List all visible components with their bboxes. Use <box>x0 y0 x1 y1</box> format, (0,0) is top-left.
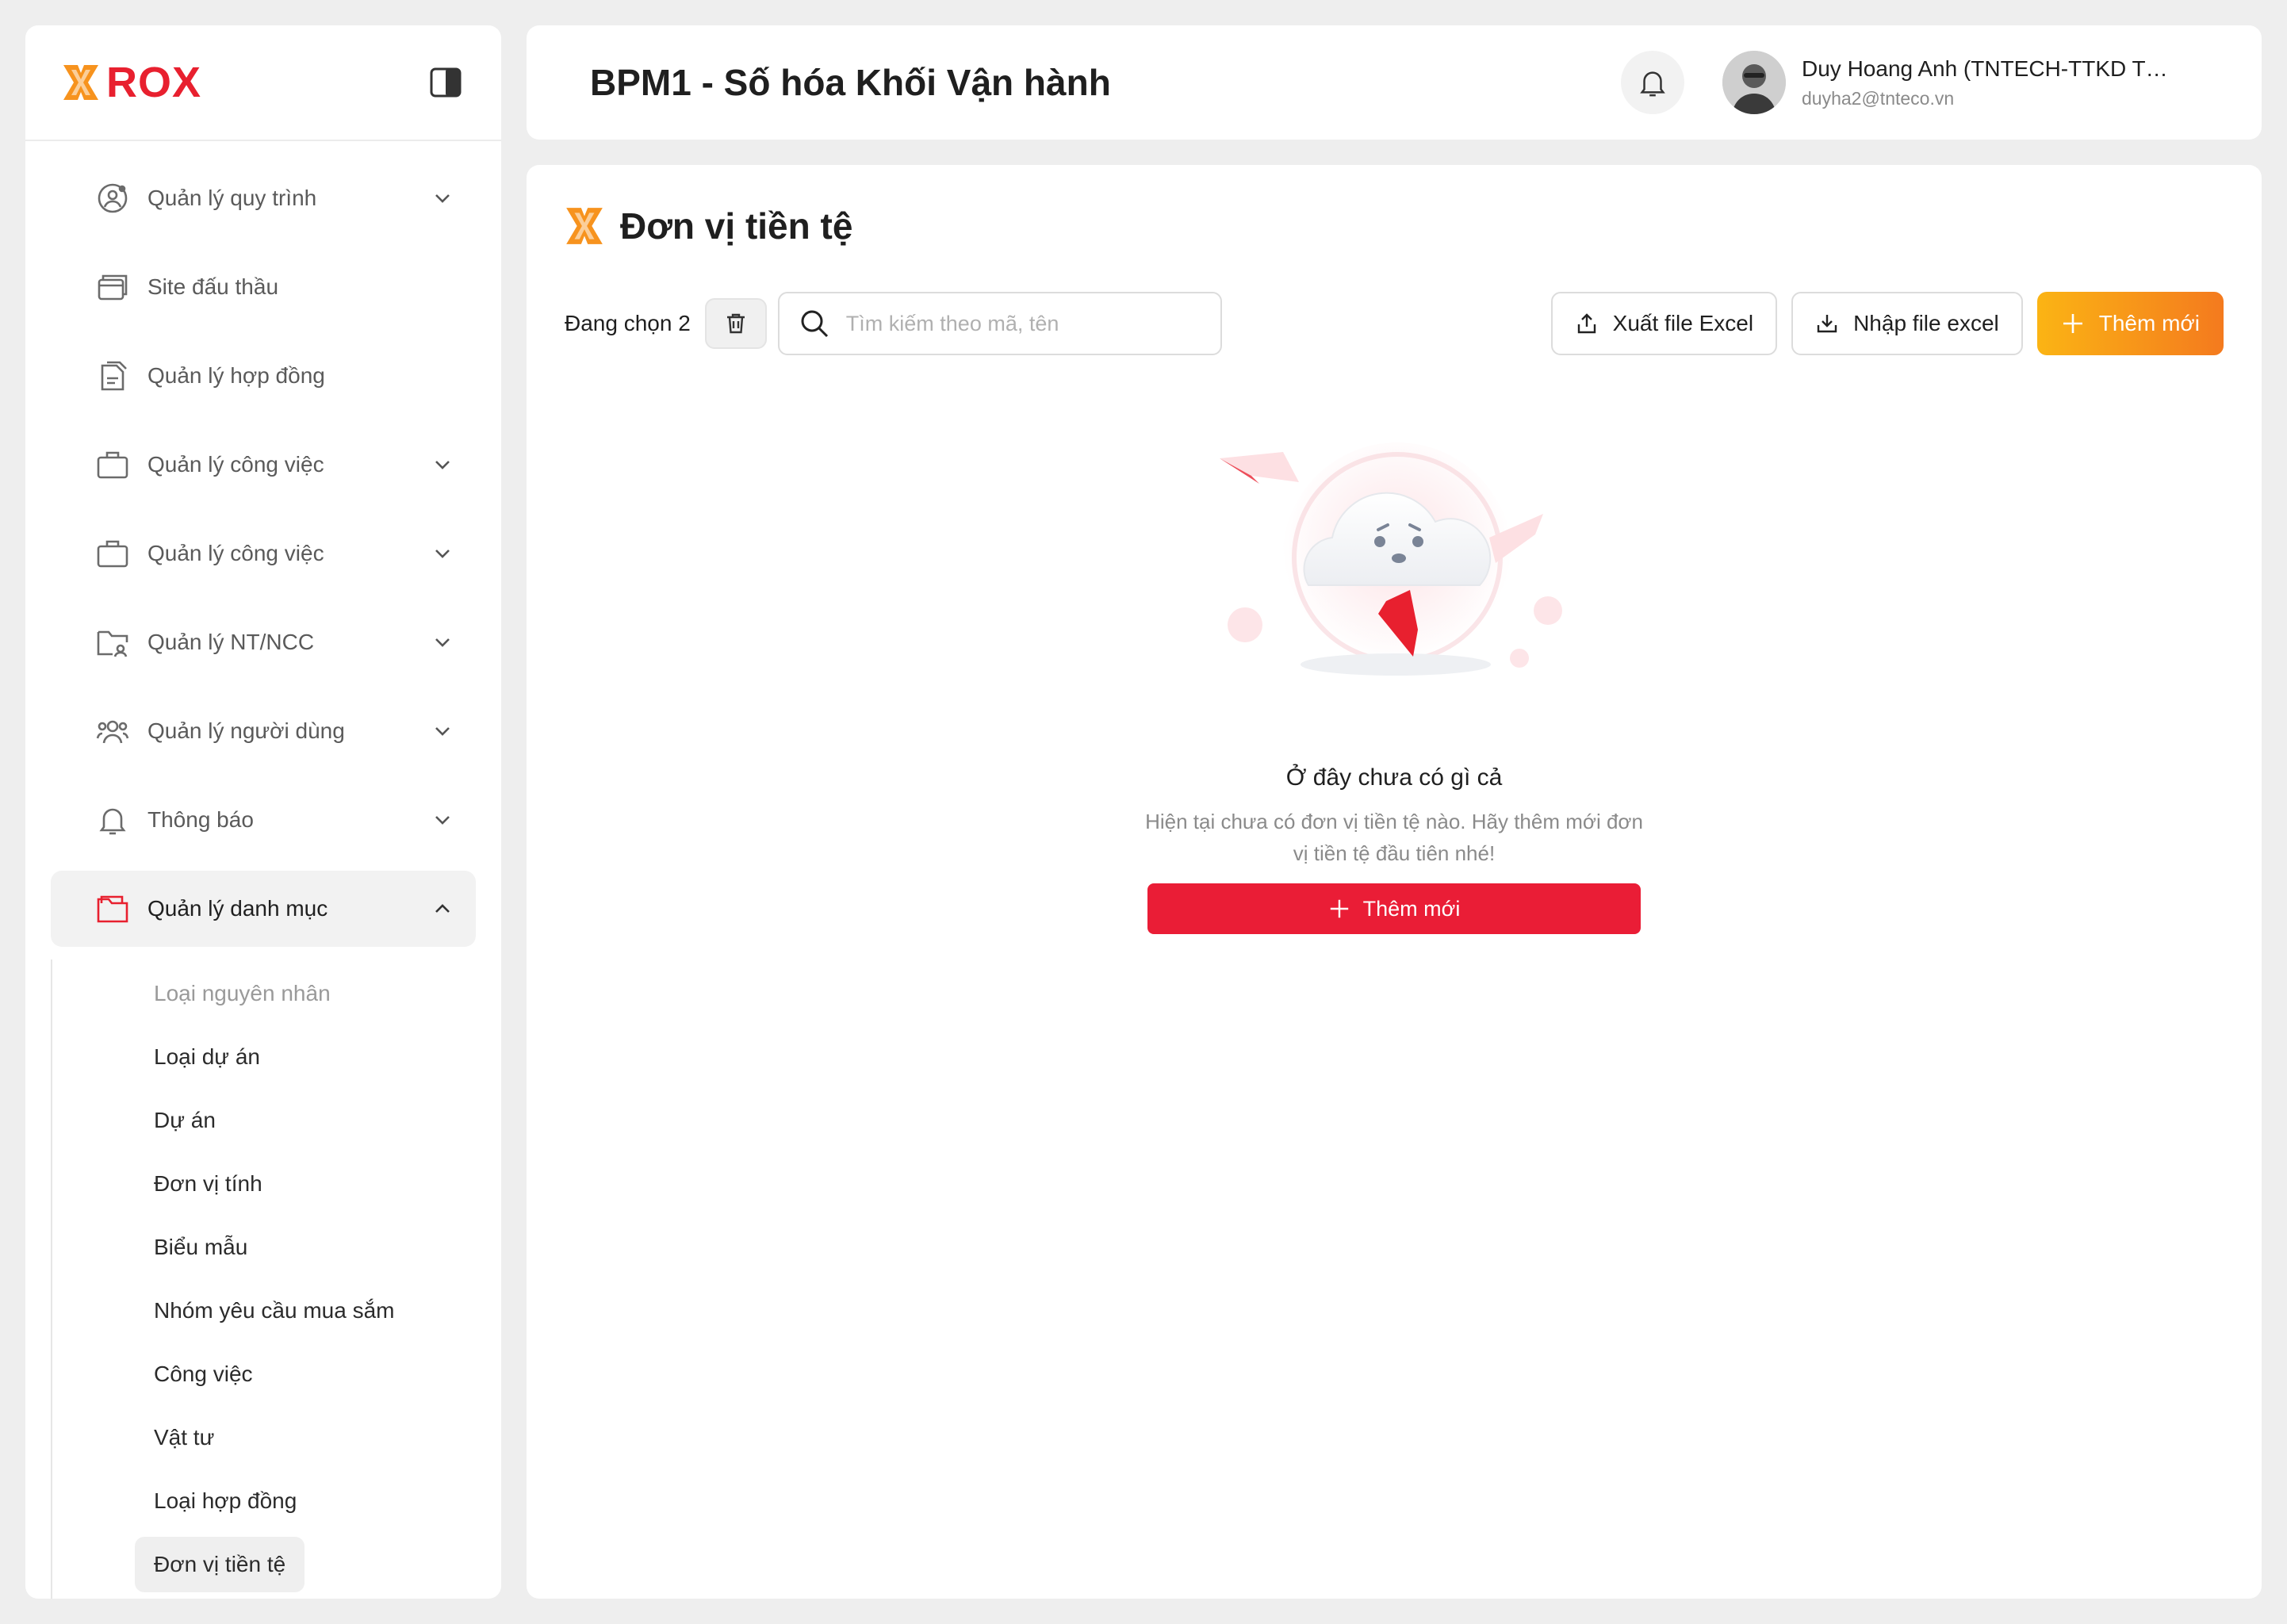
chevron-down-icon <box>430 807 455 833</box>
sidebar-item-label: Site đấu thầu <box>147 274 279 299</box>
download-icon <box>1817 315 1837 333</box>
sidebar-header: ROX <box>25 25 501 141</box>
delete-selected-button[interactable] <box>704 298 767 349</box>
logo-text: ROX <box>106 59 202 106</box>
bell-icon <box>1640 71 1665 97</box>
main-content: Đơn vị tiền tệ Đang chọn 2 Xuất file Exc… <box>527 165 2262 1599</box>
catalog-subnav: Loại nguyên nhân Loại dự án Dự án Đơn vị… <box>25 959 501 1599</box>
search-icon <box>801 310 828 338</box>
empty-cloud-illustration-icon <box>1220 442 1562 676</box>
avatar-image-icon <box>1722 51 1786 114</box>
sidebar-item-bidding-site[interactable]: Site đấu thầu <box>51 249 476 325</box>
empty-add-new-button[interactable]: Thêm mới <box>1147 883 1641 934</box>
user-name: Duy Hoang Anh (TNTECH-TTKD TKTC) <box>1802 56 2182 81</box>
users-icon <box>95 714 130 749</box>
toolbar-actions: Xuất file Excel Nhập file excel Thêm mới <box>1550 292 2224 355</box>
logo[interactable]: ROX <box>60 58 201 107</box>
briefcase-icon <box>95 536 130 571</box>
chevron-down-icon <box>430 630 455 655</box>
subnav-item-contract-type[interactable]: Loại hợp đồng <box>135 1473 316 1529</box>
sidebar-item-label: Quản lý công việc <box>147 541 324 565</box>
folder-user-icon <box>95 625 130 660</box>
window-stack-icon <box>95 270 130 304</box>
sidebar-item-users[interactable]: Quản lý người dùng <box>51 693 476 769</box>
empty-state-title: Ở đây chưa có gì cả <box>1285 764 1503 791</box>
subnav-item-purchase-group[interactable]: Nhóm yêu cầu mua sắm <box>135 1283 413 1339</box>
empty-state: Ở đây chưa có gì cả Hiện tại chưa có đơn… <box>527 427 2262 934</box>
export-excel-button[interactable]: Xuất file Excel <box>1550 292 1778 355</box>
sidebar-item-vendors[interactable]: Quản lý NT/NCC <box>51 604 476 680</box>
add-new-label: Thêm mới <box>2098 311 2200 335</box>
user-info: Duy Hoang Anh (TNTECH-TTKD TKTC) duyha2@… <box>1802 56 2182 109</box>
search-box[interactable] <box>777 292 1222 355</box>
user-menu[interactable]: Duy Hoang Anh (TNTECH-TTKD TKTC) duyha2@… <box>1722 51 2198 114</box>
plus-icon <box>2063 314 2082 333</box>
sidebar-item-tasks[interactable]: Quản lý công việc <box>51 427 476 503</box>
sidebar-item-label: Quản lý danh mục <box>147 896 328 921</box>
sidebar-toggle-button[interactable] <box>428 65 463 100</box>
sidebar-item-label: Quản lý hợp đồng <box>147 363 325 388</box>
subnav-item-project-type[interactable]: Loại dự án <box>135 1029 279 1085</box>
sidebar-nav: Quản lý quy trình Site đấu thầu Quản lý … <box>25 141 501 1599</box>
subnav-item-cause-type[interactable]: Loại nguyên nhân <box>135 966 350 1021</box>
sidebar-item-notifications[interactable]: Thông báo <box>51 782 476 858</box>
sidebar-item-label: Thông báo <box>147 807 254 832</box>
empty-add-new-label: Thêm mới <box>1362 896 1461 921</box>
chevron-down-icon <box>430 452 455 477</box>
page-title-text: Đơn vị tiền tệ <box>620 205 853 247</box>
page-title: Đơn vị tiền tệ <box>563 205 852 247</box>
sidebar-item-tasks-2[interactable]: Quản lý công việc <box>51 515 476 592</box>
sidebar-item-label: Quản lý NT/NCC <box>147 630 315 654</box>
add-new-button[interactable]: Thêm mới <box>2036 292 2224 355</box>
selected-count: Đang chọn 2 <box>565 311 691 335</box>
import-excel-label: Nhập file excel <box>1853 311 1999 335</box>
sidebar-item-label: Quản lý quy trình <box>147 186 317 210</box>
toolbar: Đang chọn 2 Xuất file Excel Nhập file ex… <box>565 292 2224 355</box>
chevron-down-icon <box>430 718 455 744</box>
sidebar-item-label: Quản lý người dùng <box>147 718 345 743</box>
rox-x-mark-icon <box>63 65 98 100</box>
chevron-down-icon <box>430 541 455 566</box>
subnav-item-unit[interactable]: Đơn vị tính <box>135 1156 282 1212</box>
subnav-item-currency[interactable]: Đơn vị tiền tệ <box>135 1537 305 1592</box>
notifications-button[interactable] <box>1621 51 1684 114</box>
subnav-item-material[interactable]: Vật tư <box>135 1410 233 1465</box>
trash-icon <box>726 313 745 334</box>
sidebar-item-label: Quản lý công việc <box>147 452 324 477</box>
avatar <box>1722 51 1786 114</box>
sidebar: ROX Quản lý quy trình Site đấu thầu Quản… <box>25 25 501 1599</box>
sidebar-item-contracts[interactable]: Quản lý hợp đồng <box>51 338 476 414</box>
plus-icon <box>1330 899 1348 918</box>
search-input[interactable] <box>845 311 1195 336</box>
upload-icon <box>1577 313 1596 334</box>
bell-icon <box>95 802 130 837</box>
import-excel-button[interactable]: Nhập file excel <box>1791 292 2023 355</box>
briefcase-icon <box>95 447 130 482</box>
chevron-up-icon <box>430 896 455 921</box>
documents-icon <box>95 358 130 393</box>
chevron-down-icon <box>430 186 455 211</box>
subnav-item-work[interactable]: Công việc <box>135 1346 272 1402</box>
app-title: BPM1 - Số hóa Khối Vận hành <box>590 62 1111 103</box>
top-header: BPM1 - Số hóa Khối Vận hành Duy Hoang An… <box>527 25 2262 140</box>
user-email: duyha2@tnteco.vn <box>1802 87 1955 109</box>
subnav-item-project[interactable]: Dự án <box>135 1093 235 1148</box>
sidebar-item-catalog[interactable]: Quản lý danh mục <box>51 871 476 947</box>
folder-icon <box>95 891 130 926</box>
subnav-item-form[interactable]: Biểu mẫu <box>135 1220 266 1275</box>
export-excel-label: Xuất file Excel <box>1612 311 1754 335</box>
user-settings-icon <box>95 181 130 216</box>
sidebar-item-process[interactable]: Quản lý quy trình <box>51 160 476 236</box>
panel-toggle-icon <box>430 67 462 98</box>
empty-state-description: Hiện tại chưa có đơn vị tiền tệ nào. Hãy… <box>1145 810 1643 865</box>
rox-x-mark-icon <box>566 208 603 244</box>
